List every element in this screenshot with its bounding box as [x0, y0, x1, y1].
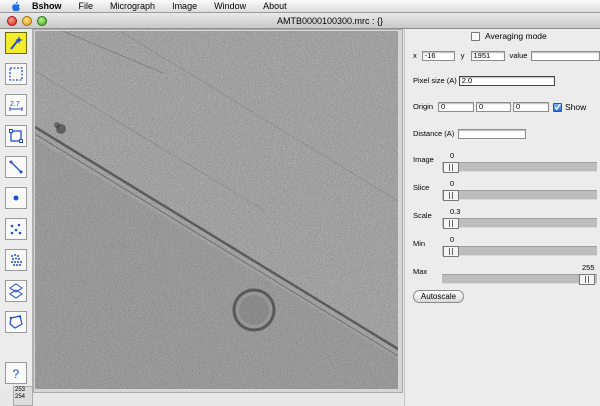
window-title: AMTB0000100300.mrc : {}: [276, 16, 384, 26]
scale-slider-value: 0.3: [450, 207, 461, 216]
menu-bar: Bshow File Micrograph Image Window About: [0, 0, 600, 13]
menu-bshow[interactable]: Bshow: [32, 0, 62, 13]
origin-x-field[interactable]: 0: [438, 102, 475, 112]
show-origin-checkbox[interactable]: [553, 102, 563, 112]
averaging-mode-checkbox[interactable]: [471, 31, 480, 41]
show-origin-label: Show: [565, 102, 587, 112]
checkmark-icon: [554, 103, 561, 111]
slice-slider-value: 0: [450, 179, 455, 188]
measure-icon: 2.7: [9, 101, 23, 111]
slice-slider[interactable]: [442, 190, 597, 201]
polygon-icon: [9, 315, 23, 329]
averaging-mode-label: Averaging mode: [485, 31, 547, 41]
value-field[interactable]: [531, 51, 600, 61]
grid-points-icon: [11, 254, 22, 266]
crop-icon: [9, 129, 23, 143]
y-label: y: [460, 51, 465, 60]
micrograph-image[interactable]: [35, 31, 398, 389]
row-index-254: 254: [15, 394, 26, 400]
distance-row: Distance (A): [413, 129, 527, 139]
menu-window[interactable]: Window: [214, 0, 246, 13]
point-tool-button[interactable]: [5, 187, 27, 209]
x-label: x: [413, 51, 417, 60]
pixel-size-label: Pixel size (A): [413, 76, 457, 85]
line-icon: [9, 160, 23, 174]
image-slider-value: 0: [450, 151, 455, 160]
distance-field[interactable]: [458, 129, 527, 139]
min-slider-label: Min: [413, 239, 426, 248]
pixel-size-row: Pixel size (A) 2.0: [413, 76, 555, 86]
point-icon: [13, 195, 19, 201]
line-tool-button[interactable]: [5, 156, 27, 178]
image-slider-label: Image: [413, 155, 434, 164]
scale-slider-thumb[interactable]: [443, 218, 459, 229]
averaging-mode-row: Averaging mode: [471, 31, 547, 41]
min-slider-thumb[interactable]: [443, 246, 459, 257]
value-label: value: [509, 51, 528, 60]
min-slider[interactable]: [442, 246, 597, 257]
scale-slider[interactable]: [442, 218, 597, 229]
scale-slider-label: Scale: [413, 211, 432, 220]
autoscale-button[interactable]: Autoscale: [413, 290, 464, 303]
max-slider-thumb[interactable]: [579, 274, 595, 285]
help-tool-button[interactable]: ?: [5, 362, 27, 384]
origin-label: Origin: [413, 102, 434, 111]
max-slider[interactable]: [442, 274, 597, 285]
multi-point-tool-button[interactable]: [5, 218, 27, 240]
lattice-icon: [9, 283, 23, 299]
image-slider-thumb[interactable]: [443, 162, 459, 173]
menu-image[interactable]: Image: [172, 0, 197, 13]
image-slider[interactable]: [442, 162, 597, 173]
slice-slider-label: Slice: [413, 183, 430, 192]
wand-tool-button[interactable]: [5, 32, 27, 54]
wand-icon: [10, 36, 23, 50]
multi-point-icon: [10, 223, 22, 235]
min-slider-value: 0: [450, 235, 455, 244]
distance-label: Distance (A): [413, 129, 455, 138]
menu-file[interactable]: File: [79, 0, 94, 13]
origin-y-field[interactable]: 0: [476, 102, 512, 112]
measure-tool-button[interactable]: 2.7: [5, 94, 27, 116]
control-panel: Averaging mode x -16 y 1951 value Pixel …: [404, 29, 600, 406]
help-icon: ?: [13, 367, 20, 381]
menu-micrograph[interactable]: Micrograph: [110, 0, 155, 13]
polygon-tool-button[interactable]: [5, 311, 27, 333]
coordinates-row: x -16 y 1951 value: [413, 51, 600, 61]
max-slider-value: 255: [582, 263, 595, 272]
y-field[interactable]: 1951: [470, 51, 505, 61]
row-index-labels: 253 254: [13, 386, 33, 406]
grid-points-tool-button[interactable]: [5, 249, 27, 271]
apple-icon[interactable]: [9, 0, 22, 13]
menu-about[interactable]: About: [263, 0, 287, 13]
measure-tool-label: 2.7: [10, 101, 20, 108]
slice-slider-thumb[interactable]: [443, 190, 459, 201]
window-title-bar: AMTB0000100300.mrc : {}: [0, 13, 600, 29]
box-select-icon: [9, 67, 23, 81]
origin-row: Origin 0 0 0 Show: [413, 102, 586, 112]
pixel-size-field[interactable]: 2.0: [458, 76, 555, 86]
x-field[interactable]: -16: [421, 51, 455, 61]
lattice-tool-button[interactable]: [5, 280, 27, 302]
max-slider-label: Max: [413, 267, 428, 276]
tool-palette: 2.7 ?: [0, 29, 33, 389]
origin-z-field[interactable]: 0: [513, 102, 550, 112]
box-select-tool-button[interactable]: [5, 63, 27, 85]
row-index-253: 253: [15, 387, 26, 393]
help-tool-label: ?: [13, 367, 20, 381]
crop-tool-button[interactable]: [5, 125, 27, 147]
